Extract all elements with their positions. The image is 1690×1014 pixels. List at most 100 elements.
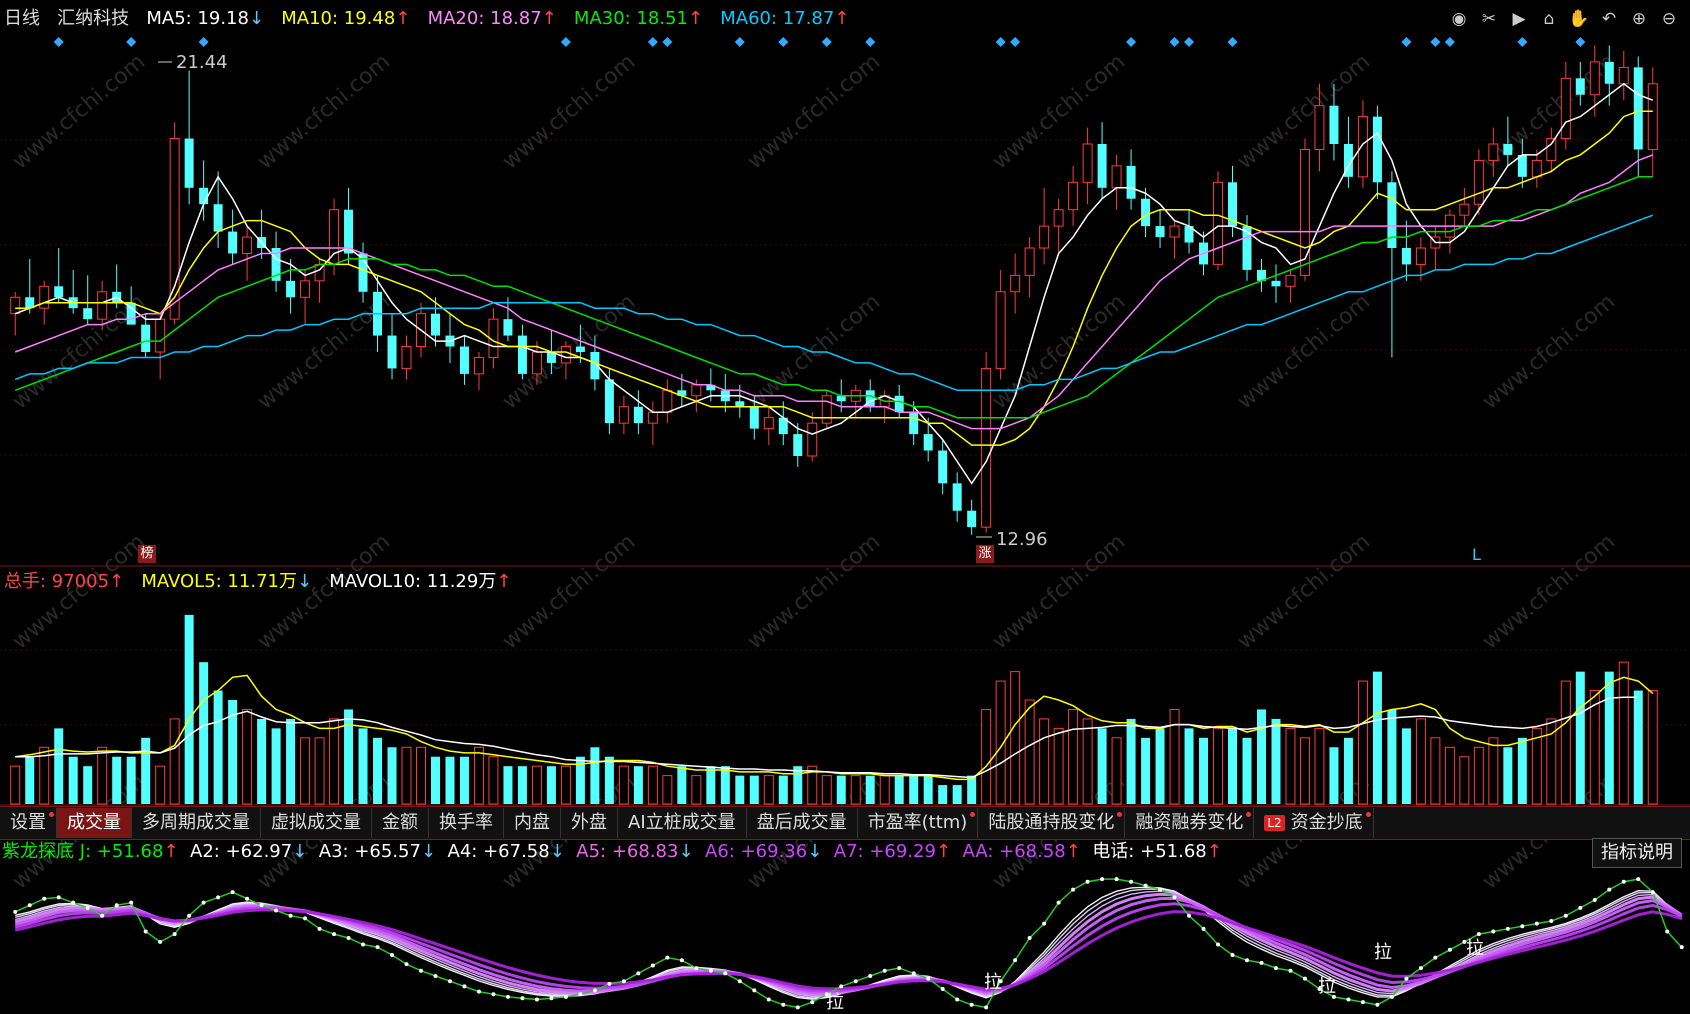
volume-bar bbox=[373, 737, 383, 804]
candle-body bbox=[836, 395, 846, 402]
j-point bbox=[129, 900, 134, 905]
zoom-out-icon[interactable]: ⊖ bbox=[1658, 8, 1680, 30]
volume-bar bbox=[1444, 746, 1455, 805]
volume-bar bbox=[821, 775, 832, 805]
j-point bbox=[766, 997, 771, 1002]
j-point bbox=[1679, 945, 1684, 950]
aa-label: AA: bbox=[962, 841, 994, 862]
play-icon[interactable]: ▶ bbox=[1508, 8, 1530, 30]
j-point bbox=[911, 971, 916, 976]
a3-value: +65.57 bbox=[354, 841, 421, 862]
volume-bar bbox=[662, 775, 673, 805]
candle-body bbox=[199, 187, 209, 205]
tab-margin[interactable]: 融资融券变化 bbox=[1125, 808, 1255, 838]
period-label[interactable]: 日线 bbox=[4, 8, 40, 29]
indicator-explain-button[interactable]: 指标说明 bbox=[1592, 838, 1682, 868]
volume-bar bbox=[271, 728, 281, 804]
zoom-in-icon[interactable]: ⊕ bbox=[1628, 8, 1650, 30]
tab-pe-ttm[interactable]: 市盈率(ttm) bbox=[858, 808, 979, 838]
candle-body bbox=[1068, 181, 1079, 211]
volume-bar bbox=[1126, 718, 1136, 804]
tab-multi-period-volume[interactable]: 多周期成交量 bbox=[132, 808, 261, 838]
undo-icon[interactable]: ↶ bbox=[1598, 8, 1620, 30]
volume-bar bbox=[473, 746, 484, 805]
volume-bar bbox=[416, 746, 426, 805]
a7-label: A7: bbox=[833, 841, 864, 862]
candle-body bbox=[1415, 247, 1426, 265]
tab-outer[interactable]: 外盘 bbox=[561, 808, 618, 838]
tab-volume[interactable]: 成交量 bbox=[57, 808, 132, 838]
volume-bar bbox=[836, 775, 846, 804]
ma10-label: MA10: 19.48 bbox=[281, 8, 396, 29]
volume-bar bbox=[257, 718, 267, 804]
volume-bar bbox=[83, 766, 93, 804]
tab-fund-bottom[interactable]: L2 资金抄底 bbox=[1254, 808, 1374, 838]
rank-badge[interactable]: 榜 bbox=[138, 545, 156, 563]
candle-body bbox=[909, 412, 919, 435]
hand-icon[interactable]: ✋ bbox=[1568, 8, 1590, 30]
pull-mark: 拉 bbox=[1374, 942, 1392, 963]
a6-arrow: ↓ bbox=[807, 841, 823, 862]
a3-arrow: ↓ bbox=[420, 841, 437, 862]
j-point bbox=[100, 913, 105, 918]
tab-amount[interactable]: 金额 bbox=[372, 808, 429, 838]
tab-settings[interactable]: 设置 bbox=[0, 808, 57, 838]
tab-label: 虚拟成交量 bbox=[271, 812, 361, 833]
candle-body bbox=[1010, 274, 1021, 293]
eye-icon[interactable]: ◉ bbox=[1448, 8, 1470, 30]
j-point bbox=[955, 997, 960, 1002]
volume-bar bbox=[503, 766, 513, 804]
j-point bbox=[1505, 926, 1510, 931]
volume-bar bbox=[865, 775, 875, 804]
j-point bbox=[390, 953, 395, 958]
candle-body bbox=[575, 346, 585, 352]
j-point bbox=[549, 996, 554, 1001]
ma-line-ma30 bbox=[14, 176, 1653, 419]
j-point bbox=[1650, 890, 1655, 895]
volume-bar bbox=[430, 756, 440, 804]
total-volume-arrow: ↑ bbox=[109, 571, 125, 592]
j-point bbox=[810, 1000, 815, 1005]
j-point bbox=[1245, 958, 1249, 963]
tab-northbound[interactable]: 陆股通持股变化 bbox=[978, 808, 1126, 838]
volume-bar bbox=[1329, 747, 1339, 804]
volume-bar bbox=[242, 708, 253, 805]
candle-body bbox=[735, 401, 745, 407]
ma30-label: MA30: 18.51 bbox=[573, 8, 688, 29]
volume-bar bbox=[184, 614, 194, 804]
tab-ai-volume[interactable]: AI立桩成交量 bbox=[618, 808, 747, 838]
j-point bbox=[1013, 958, 1018, 963]
volume-bar bbox=[213, 690, 223, 804]
signal-diamond bbox=[560, 37, 571, 47]
j-point bbox=[1201, 926, 1206, 931]
tab-turnover[interactable]: 换手率 bbox=[429, 808, 504, 838]
candle-body bbox=[981, 367, 992, 528]
scissors-icon[interactable]: ✂ bbox=[1478, 8, 1500, 30]
candle-body bbox=[691, 384, 702, 397]
a4-label: A4: bbox=[447, 841, 478, 862]
j-point bbox=[1230, 953, 1235, 958]
tab-virtual-volume[interactable]: 虚拟成交量 bbox=[261, 808, 372, 838]
candle-body bbox=[1271, 280, 1281, 287]
mavol5-label: MAVOL5: 11.71万 bbox=[141, 571, 297, 592]
candle-body bbox=[39, 285, 50, 309]
volume-bar bbox=[1271, 718, 1281, 804]
tab-label: 资金抄底 bbox=[1290, 812, 1363, 833]
limit-up-badge[interactable]: 涨 bbox=[976, 545, 994, 563]
j-point bbox=[1592, 898, 1597, 903]
candle-body bbox=[503, 319, 513, 336]
mavol5-arrow: ↓ bbox=[296, 571, 313, 592]
signal-diamond bbox=[1517, 37, 1528, 47]
j-point bbox=[303, 916, 308, 921]
j-point bbox=[650, 963, 655, 968]
lock-icon[interactable]: ⌂ bbox=[1538, 8, 1560, 30]
candle-body bbox=[1473, 159, 1484, 205]
signal-diamond bbox=[1575, 37, 1586, 47]
j-point bbox=[1404, 976, 1409, 981]
volume-bar bbox=[155, 765, 166, 805]
volume-bar bbox=[387, 747, 397, 804]
tab-after-hours-volume[interactable]: 盘后成交量 bbox=[747, 808, 858, 838]
signal-diamond bbox=[198, 37, 209, 47]
j-point bbox=[201, 900, 206, 905]
tab-inner[interactable]: 内盘 bbox=[504, 808, 561, 838]
